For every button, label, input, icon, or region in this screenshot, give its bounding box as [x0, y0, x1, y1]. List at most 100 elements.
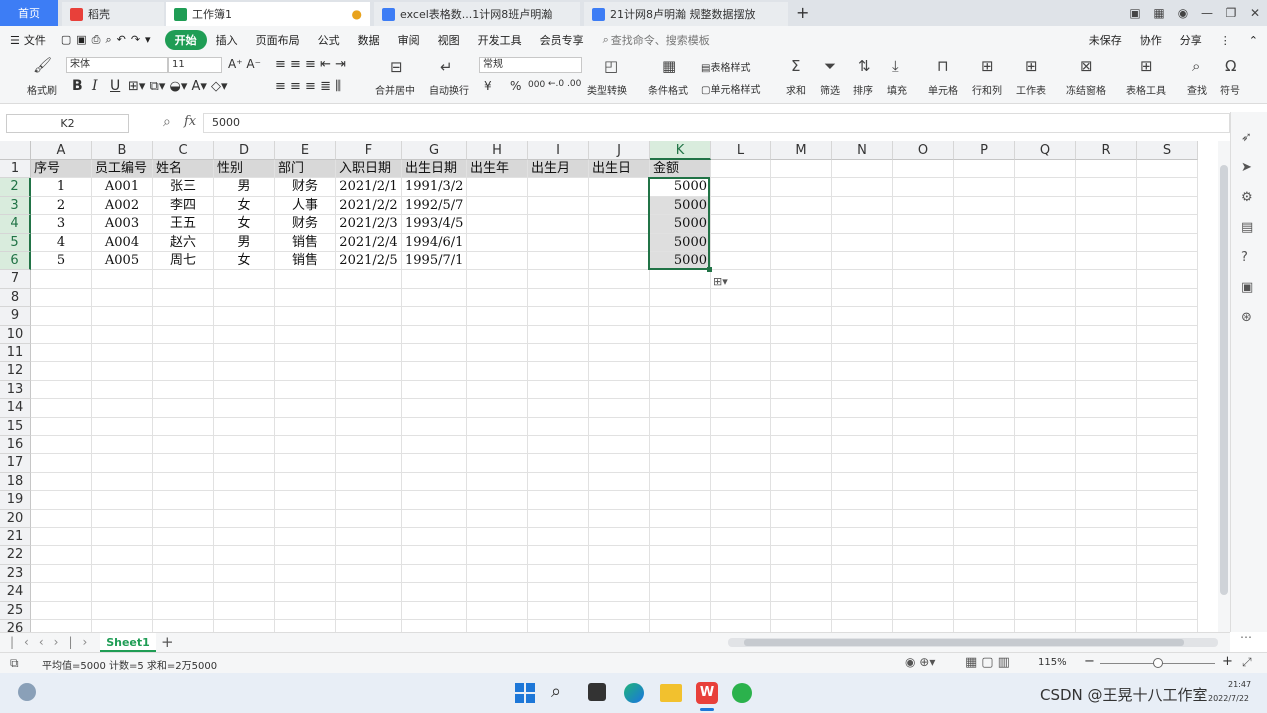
empty-cell[interactable]: [402, 288, 467, 308]
compass-icon[interactable]: ⊛: [1241, 310, 1252, 325]
empty-cell[interactable]: [954, 399, 1015, 418]
empty-cell[interactable]: [589, 399, 650, 418]
empty-cell[interactable]: [832, 472, 893, 492]
empty-cell[interactable]: [893, 417, 954, 436]
empty-cell[interactable]: [92, 436, 153, 455]
empty-cell[interactable]: [711, 160, 771, 179]
table-cell[interactable]: [589, 178, 650, 197]
row-header-9[interactable]: 9: [0, 307, 31, 326]
empty-cell[interactable]: [832, 178, 893, 197]
empty-cell[interactable]: [832, 160, 893, 179]
empty-cell[interactable]: [711, 325, 771, 344]
empty-cell[interactable]: [893, 215, 954, 234]
fill-button[interactable]: 填充: [887, 82, 907, 97]
find-icon[interactable]: ⌕: [1192, 57, 1200, 75]
empty-cell[interactable]: [1076, 178, 1137, 197]
empty-cell[interactable]: [1137, 417, 1198, 436]
empty-cell[interactable]: [893, 454, 954, 473]
cursor-icon[interactable]: ➤: [1241, 160, 1252, 175]
row-header-18[interactable]: 18: [0, 472, 31, 492]
table-cell[interactable]: [528, 178, 589, 197]
zoom-out-button[interactable]: −: [1084, 654, 1095, 669]
empty-cell[interactable]: [402, 417, 467, 436]
table-cell[interactable]: 周七: [153, 252, 214, 271]
empty-cell[interactable]: [771, 528, 832, 547]
sort-button[interactable]: 排序: [853, 82, 873, 97]
empty-cell[interactable]: [153, 417, 214, 436]
header-cell[interactable]: 入职日期: [336, 160, 402, 179]
empty-cell[interactable]: [402, 344, 467, 363]
empty-cell[interactable]: [153, 288, 214, 308]
row-header-5[interactable]: 5: [0, 233, 31, 252]
empty-cell[interactable]: [1076, 215, 1137, 234]
empty-cell[interactable]: [31, 399, 92, 418]
empty-cell[interactable]: [92, 344, 153, 363]
empty-cell[interactable]: [1137, 344, 1198, 363]
empty-cell[interactable]: [528, 546, 589, 565]
empty-cell[interactable]: [402, 399, 467, 418]
empty-cell[interactable]: [893, 472, 954, 492]
empty-cell[interactable]: [893, 307, 954, 326]
row-header-21[interactable]: 21: [0, 528, 31, 547]
empty-cell[interactable]: [1137, 288, 1198, 308]
cell-style-button[interactable]: ▢单元格样式: [701, 81, 760, 96]
empty-cell[interactable]: [954, 472, 1015, 492]
header-cell[interactable]: 出生月: [528, 160, 589, 179]
empty-cell[interactable]: [1015, 509, 1076, 528]
table-cell[interactable]: 4: [31, 233, 92, 252]
row-header-12[interactable]: 12: [0, 362, 31, 381]
empty-cell[interactable]: [214, 417, 275, 436]
column-header-g[interactable]: G: [402, 141, 467, 160]
empty-cell[interactable]: [650, 564, 711, 584]
empty-cell[interactable]: [402, 509, 467, 528]
empty-cell[interactable]: [1076, 307, 1137, 326]
empty-cell[interactable]: [1015, 215, 1076, 234]
empty-cell[interactable]: [1015, 178, 1076, 197]
empty-cell[interactable]: [1137, 528, 1198, 547]
empty-cell[interactable]: [1076, 601, 1137, 620]
align-top-icons[interactable]: ≡ ≡ ≡ ⇤ ⇥: [275, 57, 346, 72]
empty-cell[interactable]: [214, 491, 275, 510]
empty-cell[interactable]: [1015, 325, 1076, 344]
collab-button[interactable]: 协作: [1131, 32, 1171, 48]
empty-cell[interactable]: [92, 509, 153, 528]
empty-cell[interactable]: [1076, 491, 1137, 510]
empty-cell[interactable]: [589, 472, 650, 492]
empty-cell[interactable]: [1137, 160, 1198, 179]
row-col-button[interactable]: 行和列: [972, 82, 1002, 97]
empty-cell[interactable]: [31, 362, 92, 381]
worksheet-button[interactable]: 工作表: [1016, 82, 1046, 97]
empty-cell[interactable]: [650, 307, 711, 326]
empty-cell[interactable]: [1137, 325, 1198, 344]
weather-icon[interactable]: [18, 683, 36, 701]
decimal-icons[interactable]: ←.0 .00: [548, 79, 581, 89]
empty-cell[interactable]: [92, 307, 153, 326]
number-format-select[interactable]: 常规: [479, 57, 582, 73]
empty-cell[interactable]: [771, 454, 832, 473]
tab-docer[interactable]: 稻壳: [62, 2, 164, 26]
horizontal-scroll-thumb[interactable]: [744, 639, 1184, 646]
empty-cell[interactable]: [1076, 417, 1137, 436]
table-cell[interactable]: [467, 178, 528, 197]
empty-cell[interactable]: [832, 307, 893, 326]
empty-cell[interactable]: [1076, 454, 1137, 473]
column-header-j[interactable]: J: [589, 141, 650, 160]
empty-cell[interactable]: [954, 215, 1015, 234]
empty-cell[interactable]: [832, 546, 893, 565]
type-convert-icon[interactable]: ◰: [604, 57, 618, 75]
empty-cell[interactable]: [1015, 252, 1076, 271]
border-icon[interactable]: ⊞▾ ⧉▾ ◒▾ A▾ ◇▾: [128, 79, 228, 94]
empty-cell[interactable]: [771, 252, 832, 271]
empty-cell[interactable]: [711, 380, 771, 400]
row-header-19[interactable]: 19: [0, 491, 31, 510]
empty-cell[interactable]: [832, 288, 893, 308]
avatar[interactable]: ◉: [1171, 6, 1195, 20]
empty-cell[interactable]: [336, 491, 402, 510]
empty-cell[interactable]: [153, 362, 214, 381]
name-box[interactable]: K2: [6, 114, 129, 133]
empty-cell[interactable]: [893, 325, 954, 344]
empty-cell[interactable]: [1076, 362, 1137, 381]
empty-cell[interactable]: [832, 564, 893, 584]
empty-cell[interactable]: [153, 601, 214, 620]
sheet-tab-sheet1[interactable]: Sheet1: [100, 633, 156, 652]
